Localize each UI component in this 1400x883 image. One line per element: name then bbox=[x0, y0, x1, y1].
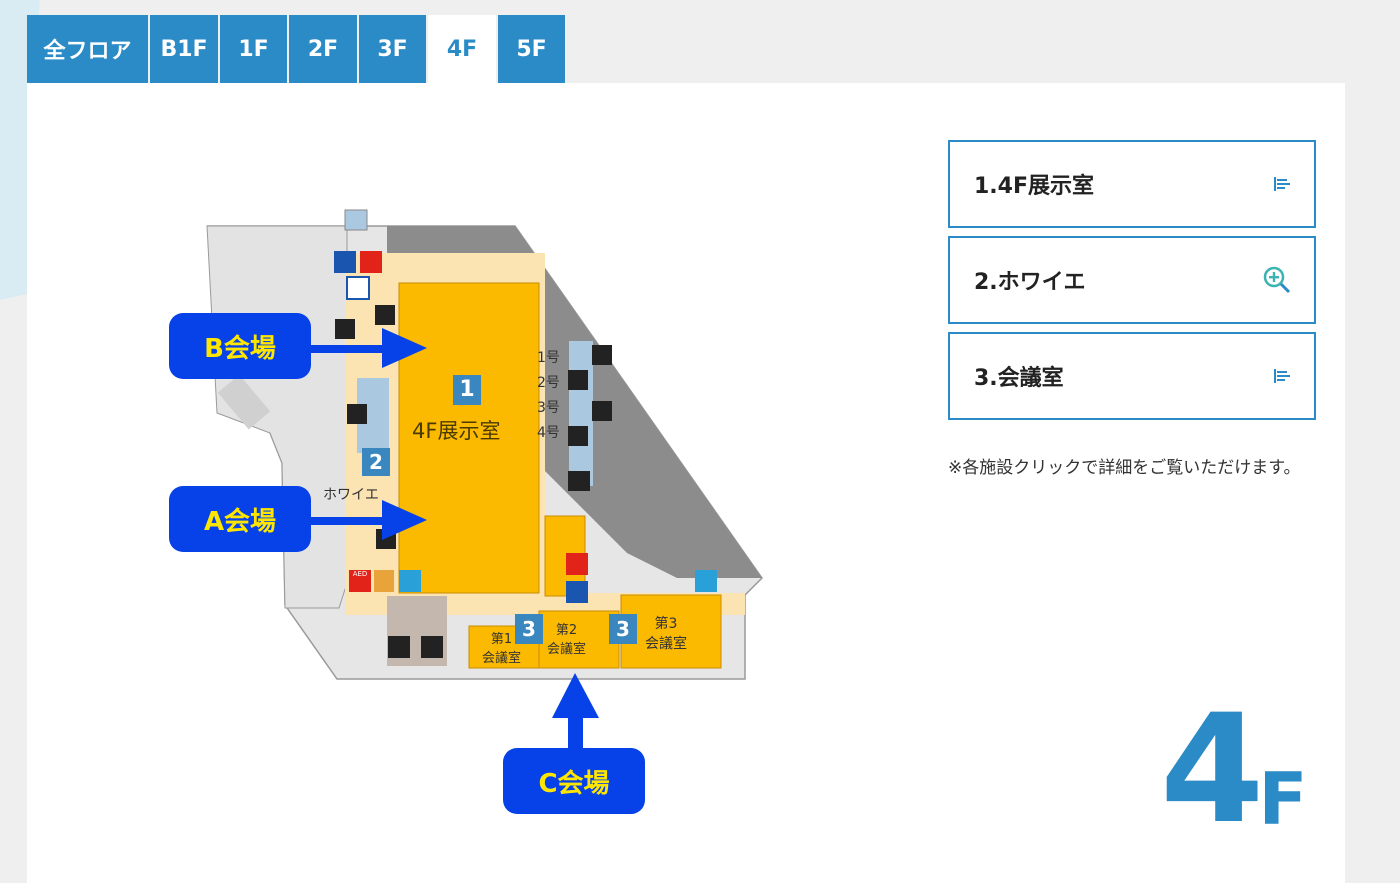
aed-label: AED bbox=[352, 570, 368, 578]
accessible-icon bbox=[346, 276, 370, 300]
foyer-label: ホワイエ bbox=[323, 487, 379, 503]
callout-c-venue[interactable]: C会場 bbox=[503, 748, 645, 814]
floor-number: 4 bbox=[1160, 683, 1265, 857]
restroom-male-icon bbox=[334, 251, 356, 273]
tab-5f[interactable]: 5F bbox=[498, 15, 565, 83]
floor-tabs: 全フロア B1F 1F 2F 3F 4F 5F bbox=[27, 15, 567, 83]
restroom-male-icon-2 bbox=[566, 581, 588, 603]
facility-item-label: 2.ホワイエ bbox=[974, 270, 1086, 295]
info-icon-2 bbox=[695, 570, 717, 592]
floor-panel: 1 2 3 3 4F展示室 ホワイエ 1号 2号 3号 4号 第1 会議室 第2 会… bbox=[27, 83, 1345, 883]
callout-b-venue[interactable]: B会場 bbox=[169, 313, 311, 379]
floor-map-drawing bbox=[206, 209, 763, 750]
conf-room-3-label: 第3 会議室 bbox=[645, 616, 687, 652]
vending-icon bbox=[374, 570, 394, 592]
elevator-3-label: 3号 bbox=[537, 400, 560, 416]
list-icon bbox=[1274, 177, 1290, 191]
elevator-icon-2 bbox=[568, 471, 590, 491]
room-3-number-b: 3 bbox=[616, 617, 630, 641]
facility-item-exhibition[interactable]: 1.4F展示室 bbox=[948, 140, 1316, 228]
zoom-in-icon bbox=[1263, 266, 1291, 294]
elevator-2-label: 2号 bbox=[537, 375, 560, 391]
cargo-icon-2 bbox=[568, 370, 588, 390]
conf-room-2-label: 第2 会議室 bbox=[547, 623, 587, 657]
floor-unit: F bbox=[1258, 757, 1308, 841]
cargo-icon-4 bbox=[568, 426, 588, 446]
tab-3f[interactable]: 3F bbox=[359, 15, 426, 83]
tab-2f[interactable]: 2F bbox=[289, 15, 357, 83]
list-icon bbox=[1274, 369, 1290, 383]
elevator-icon-4 bbox=[421, 636, 443, 658]
restroom-female-icon bbox=[360, 251, 382, 273]
info-icon bbox=[399, 570, 421, 592]
elevator-4-label: 4号 bbox=[537, 425, 560, 441]
facility-item-conference[interactable]: 3.会議室 bbox=[948, 332, 1316, 420]
escalator-icon-2 bbox=[347, 404, 367, 424]
cargo-icon-1 bbox=[592, 345, 612, 365]
elevator-icon-1 bbox=[335, 319, 355, 339]
tab-1f[interactable]: 1F bbox=[220, 15, 287, 83]
facility-list: 1.4F展示室 2.ホワイエ 3.会議室 bbox=[948, 140, 1316, 428]
arrow-c bbox=[552, 673, 599, 750]
facility-item-label: 3.会議室 bbox=[974, 366, 1064, 391]
tab-b1f[interactable]: B1F bbox=[150, 15, 218, 83]
exhibition-room-label: 4F展示室 bbox=[412, 419, 501, 443]
elevator-icon-3 bbox=[388, 636, 410, 658]
cargo-icon-3 bbox=[592, 401, 612, 421]
restroom-female-icon-2 bbox=[566, 553, 588, 575]
elevator-1-label: 1号 bbox=[537, 350, 560, 366]
elevator-strip bbox=[569, 341, 593, 486]
floor-indicator: 4 F bbox=[1160, 695, 1308, 845]
facility-note: ※各施設クリックで詳細をご覧いただけます。 bbox=[948, 458, 1301, 478]
callout-a-venue[interactable]: A会場 bbox=[169, 486, 311, 552]
facility-item-label: 1.4F展示室 bbox=[974, 174, 1095, 199]
escalator-icon-1 bbox=[375, 305, 395, 325]
tab-4f[interactable]: 4F bbox=[428, 15, 496, 83]
facility-item-foyer[interactable]: 2.ホワイエ bbox=[948, 236, 1316, 324]
room-1-number: 1 bbox=[459, 377, 475, 402]
north-shaft bbox=[344, 209, 368, 231]
tab-all-floors[interactable]: 全フロア bbox=[27, 15, 148, 83]
floor-map: 1 2 3 3 4F展示室 ホワイエ 1号 2号 3号 4号 第1 会議室 第2 会… bbox=[27, 83, 927, 883]
conf-room-1-label: 第1 会議室 bbox=[482, 632, 522, 666]
room-2-number: 2 bbox=[369, 450, 383, 474]
